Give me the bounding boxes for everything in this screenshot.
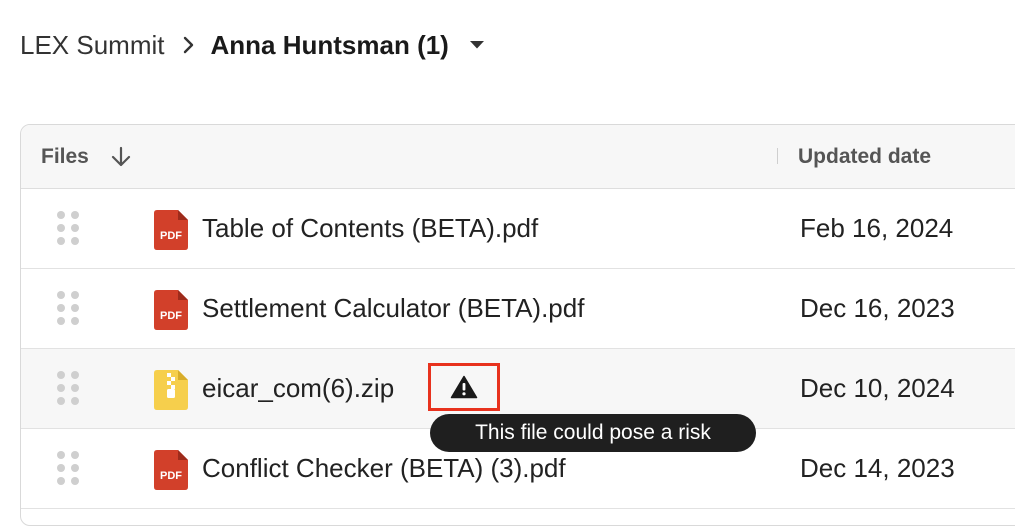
drag-handle-icon[interactable] [57, 211, 79, 245]
drag-handle-icon[interactable] [57, 371, 79, 405]
drag-handle-icon[interactable] [57, 291, 79, 325]
pdf-file-icon: PDF [154, 290, 188, 330]
arrow-down-icon[interactable] [109, 145, 133, 169]
chevron-right-icon [183, 36, 195, 54]
caret-down-icon[interactable] [469, 40, 485, 50]
column-header-files-label: Files [41, 144, 89, 168]
updated-date: Dec 16, 2023 [800, 293, 955, 323]
table-header: Files Updated date [21, 125, 1015, 189]
updated-date: Dec 10, 2024 [800, 373, 955, 403]
warning-highlight[interactable] [428, 363, 500, 411]
files-table: Files Updated date PDF Table of Contents… [20, 124, 1015, 526]
file-name[interactable]: Settlement Calculator (BETA).pdf [202, 269, 584, 348]
pdf-file-icon: PDF [154, 210, 188, 250]
column-divider[interactable] [777, 148, 778, 164]
pdf-icon-label: PDF [160, 230, 182, 242]
risk-tooltip: This file could pose a risk [430, 414, 756, 452]
breadcrumb: LEX Summit Anna Huntsman (1) [20, 28, 485, 62]
drag-handle-icon[interactable] [57, 451, 79, 485]
file-name[interactable]: Table of Contents (BETA).pdf [202, 189, 538, 268]
zip-file-icon [154, 370, 188, 410]
file-name[interactable]: eicar_com(6).zip [202, 349, 394, 428]
pdf-icon-label: PDF [160, 470, 182, 482]
pdf-file-icon: PDF [154, 450, 188, 490]
warning-icon[interactable] [450, 375, 478, 399]
column-header-files[interactable]: Files [41, 125, 133, 188]
table-row[interactable]: PDF Settlement Calculator (BETA).pdf Dec… [21, 269, 1015, 349]
pdf-icon-label: PDF [160, 310, 182, 322]
column-header-updated-date[interactable]: Updated date [798, 125, 931, 188]
breadcrumb-parent-link[interactable]: LEX Summit [20, 30, 165, 61]
updated-date: Dec 14, 2023 [800, 453, 955, 483]
table-row[interactable]: PDF Table of Contents (BETA).pdf Feb 16,… [21, 189, 1015, 269]
updated-date: Feb 16, 2024 [800, 213, 954, 243]
breadcrumb-current: Anna Huntsman (1) [210, 29, 449, 60]
